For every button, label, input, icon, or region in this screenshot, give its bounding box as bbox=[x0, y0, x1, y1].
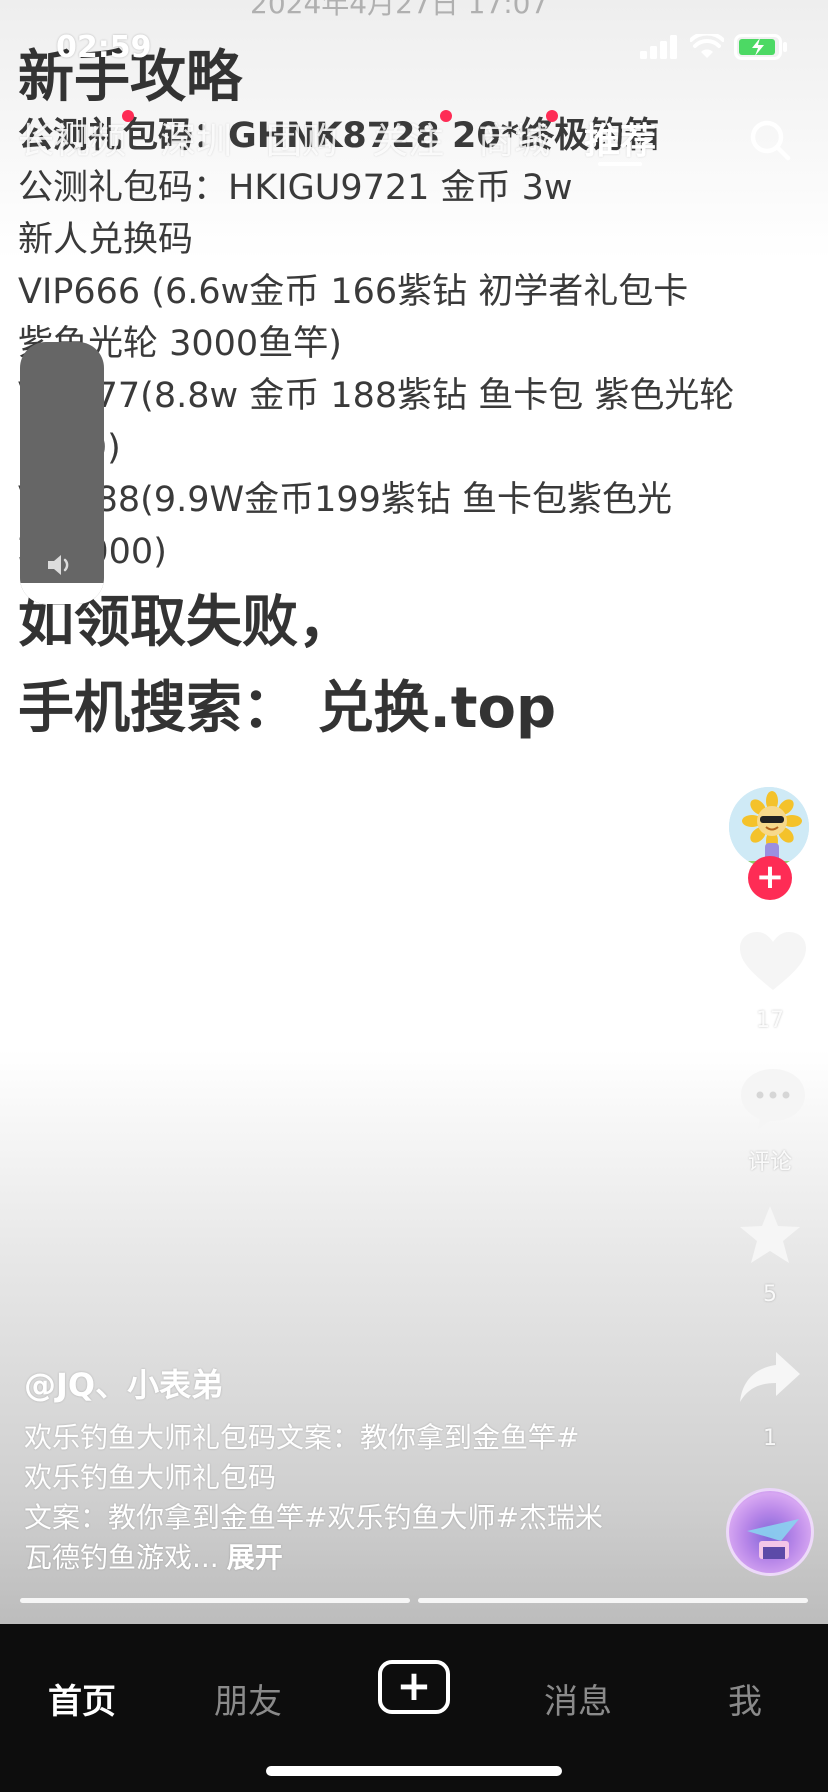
tab-following[interactable]: 关注 bbox=[372, 110, 453, 164]
post-date: 2024年4月27日 17:07 bbox=[250, 0, 549, 20]
search-icon bbox=[750, 120, 791, 161]
post-line: 紫鱼光轮 3000鱼竿) bbox=[18, 324, 342, 364]
tab-messages[interactable]: 消息 bbox=[544, 1674, 612, 1723]
video-caption: 欢乐钓鱼大师礼包码文案：教你拿到金鱼竿# 欢乐钓鱼大师礼包码 文案：教你拿到金鱼… bbox=[24, 1418, 664, 1578]
expand-caption-link[interactable]: 展开 bbox=[227, 1541, 283, 1574]
share-arrow-icon bbox=[740, 1352, 800, 1402]
favorite-button[interactable] bbox=[738, 1204, 802, 1270]
star-icon bbox=[740, 1206, 800, 1263]
music-cover-icon bbox=[747, 1519, 799, 1559]
tab-long-video[interactable]: 长视频 bbox=[18, 110, 135, 164]
comment-button[interactable] bbox=[738, 1066, 808, 1136]
post-line: VIP666 (6.6w金币 166紫钻 初学者礼包卡 bbox=[18, 272, 689, 312]
tab-label: 团购 bbox=[266, 121, 339, 162]
caption-line: 文案：教你拿到金鱼竿#欢乐钓鱼大师#杰瑞米 bbox=[24, 1501, 603, 1534]
author-name[interactable]: @JQ、小表弟 bbox=[24, 1360, 223, 1406]
caption-text: 瓦德钓鱼游戏... bbox=[24, 1541, 219, 1574]
post-line: 5000) bbox=[18, 422, 758, 474]
notification-dot bbox=[440, 110, 453, 122]
tab-label: 商城 bbox=[478, 121, 551, 162]
follow-button[interactable]: + bbox=[748, 856, 792, 900]
tab-mall[interactable]: 商城 bbox=[478, 110, 559, 164]
share-count: 1 bbox=[763, 1426, 777, 1451]
active-tab-indicator bbox=[598, 162, 643, 166]
wifi-icon bbox=[690, 34, 724, 58]
post-line: 公测礼包码：HKIGU9721 金币 3w bbox=[18, 168, 573, 208]
like-count: 17 bbox=[756, 1008, 784, 1033]
tab-label: 深圳 bbox=[160, 121, 233, 162]
post-body: 公测礼包码：GHNK8728 20*终极钓箱 公测礼包码：HKIGU9721 金… bbox=[18, 110, 758, 578]
tab-me[interactable]: 我 bbox=[728, 1674, 762, 1723]
share-button[interactable] bbox=[738, 1350, 802, 1410]
post-line: VIP777(8.8w 金币 188紫钻 鱼卡包 紫色光轮 bbox=[18, 376, 735, 416]
tab-home[interactable]: 首页 bbox=[48, 1674, 116, 1723]
caption-line: 欢乐钓鱼大师礼包码文案：教你拿到金鱼竿# bbox=[24, 1421, 580, 1454]
speaker-icon bbox=[46, 552, 78, 582]
caption-line: 欢乐钓鱼大师礼包码 bbox=[24, 1461, 277, 1494]
bottom-tab-bar: 首页 朋友 + 消息 我 bbox=[0, 1624, 828, 1792]
music-disc[interactable] bbox=[726, 1488, 814, 1576]
publish-button[interactable]: + bbox=[378, 1660, 450, 1714]
comment-label: 评论 bbox=[747, 1150, 792, 1175]
cellular-signal-icon bbox=[640, 35, 677, 59]
favorite-count: 5 bbox=[763, 1282, 777, 1307]
notification-dot bbox=[546, 110, 559, 122]
tab-label: 长视频 bbox=[18, 121, 127, 162]
post-line: 轮 8000) bbox=[18, 532, 167, 572]
heart-icon bbox=[740, 932, 806, 990]
status-time: 02:59 bbox=[56, 30, 152, 65]
tab-local[interactable]: 深圳 bbox=[160, 112, 232, 164]
progress-segment[interactable] bbox=[20, 1598, 410, 1603]
volume-level bbox=[20, 583, 104, 604]
caption-line: 瓦德钓鱼游戏... 展开 bbox=[24, 1538, 664, 1578]
post-line: 新人兑换码 bbox=[18, 220, 194, 260]
tab-group-buy[interactable]: 团购 bbox=[266, 112, 338, 164]
home-indicator bbox=[266, 1766, 562, 1776]
status-icons bbox=[640, 34, 788, 60]
post-fail-line-2: 手机搜索： 兑换.top bbox=[18, 676, 557, 741]
post-line: VIP888(9.9W金币199紫钻 鱼卡包紫色光 bbox=[18, 480, 673, 520]
like-button[interactable] bbox=[738, 930, 808, 998]
notification-dot bbox=[122, 110, 135, 122]
post-fail-note: 如领取失败， 手机搜索： 兑换.top bbox=[18, 580, 556, 752]
comment-icon bbox=[741, 1069, 805, 1129]
tab-recommended[interactable]: 推荐 bbox=[584, 112, 657, 166]
tab-friends[interactable]: 朋友 bbox=[214, 1674, 282, 1723]
search-button[interactable] bbox=[748, 118, 792, 166]
tab-label: 关注 bbox=[372, 121, 445, 162]
battery-charging-icon bbox=[734, 34, 787, 60]
tab-label: 推荐 bbox=[584, 121, 657, 162]
progress-segment[interactable] bbox=[418, 1598, 808, 1603]
top-nav: 长视频 深圳 团购 关注 商城 推荐 bbox=[18, 110, 690, 166]
